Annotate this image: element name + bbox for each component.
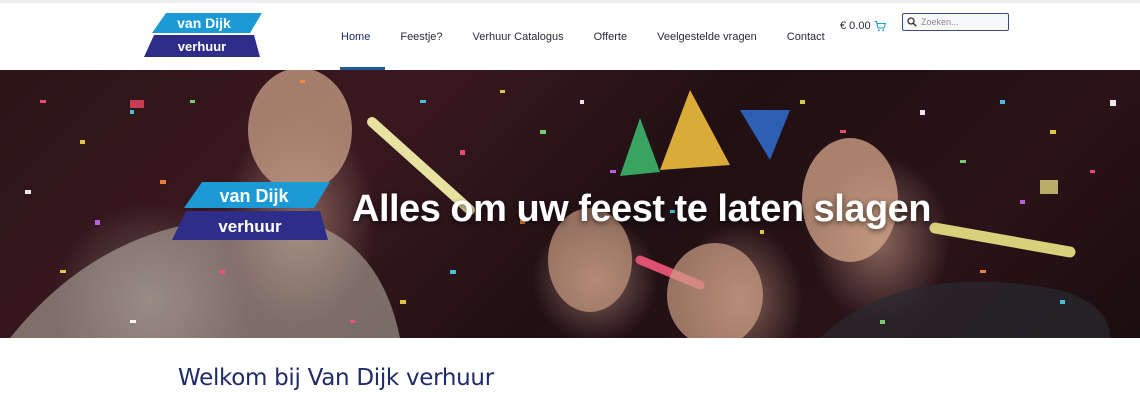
hero-brand-logo: van Dijk verhuur: [172, 182, 330, 240]
logo-text-line2: verhuur: [178, 39, 226, 54]
search-input[interactable]: [921, 17, 1007, 27]
nav-item-label: Veelgestelde vragen: [657, 30, 757, 43]
brand-logo[interactable]: van Dijk verhuur: [144, 13, 262, 57]
cart-icon: [874, 20, 886, 32]
main-nav: Home Feestje? Verhuur Catalogus Offerte …: [326, 3, 840, 70]
nav-item-verhuur-catalogus[interactable]: Verhuur Catalogus: [458, 3, 579, 70]
nav-item-feestje[interactable]: Feestje?: [385, 3, 457, 70]
cart-amount: € 0.00: [840, 20, 871, 32]
nav-item-contact[interactable]: Contact: [772, 3, 840, 70]
search-box: [902, 13, 1009, 31]
nav-item-label: Home: [341, 30, 371, 43]
cart-link[interactable]: € 0.00: [840, 20, 886, 32]
logo-text-line1: van Dijk: [177, 15, 231, 31]
hero-logo-text-line2: verhuur: [218, 217, 282, 236]
nav-item-label: Verhuur Catalogus: [472, 30, 564, 43]
nav-item-home[interactable]: Home: [326, 3, 386, 70]
search-icon[interactable]: [907, 17, 917, 27]
nav-item-label: Offerte: [593, 30, 628, 43]
site-header: van Dijk verhuur Home Feestje? Verhuur C…: [0, 3, 1140, 70]
nav-item-label: Contact: [786, 30, 825, 43]
nav-item-label: Feestje?: [400, 30, 443, 43]
hero-banner: van Dijk verhuur Alles om uw feest te la…: [0, 70, 1140, 338]
hero-title: Alles om uw feest te laten slagen: [352, 188, 932, 230]
page-heading: Welkom bij Van Dijk verhuur: [178, 365, 494, 391]
nav-item-veelgestelde-vragen[interactable]: Veelgestelde vragen: [642, 3, 772, 70]
nav-item-offerte[interactable]: Offerte: [579, 3, 642, 70]
hero-logo-text-line1: van Dijk: [219, 186, 289, 206]
